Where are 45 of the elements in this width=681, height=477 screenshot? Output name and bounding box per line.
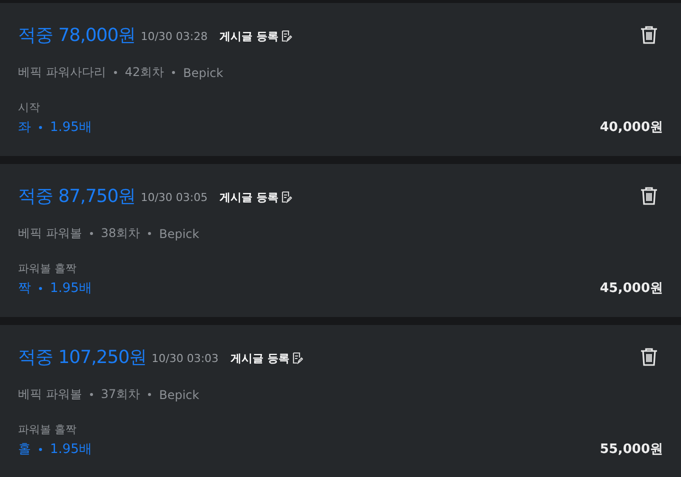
odds-text: 1.95배 xyxy=(50,280,92,297)
separator-dot xyxy=(172,71,176,74)
win-amount: 적중 107,250원 xyxy=(18,346,147,369)
stake-amount: 40,000원 xyxy=(600,119,663,136)
meta-text: 42회차 xyxy=(124,64,164,81)
separator-dot xyxy=(39,126,42,128)
pick-text: 좌 xyxy=(18,119,31,136)
separator-dot xyxy=(39,286,42,290)
pick-text: 짝 xyxy=(18,280,31,297)
odds-text: 1.95배 xyxy=(50,119,92,136)
separator-dot xyxy=(90,393,93,396)
market-label: 파워볼 홀짝 xyxy=(18,261,78,276)
post-button[interactable]: 게시글 등록 xyxy=(230,350,304,366)
odds-text: 1.95배 xyxy=(50,441,92,458)
stake-amount: 45,000원 xyxy=(600,280,663,297)
meta-text: Bepick xyxy=(183,66,224,80)
separator-dot xyxy=(90,232,93,235)
stake-amount: 55,000원 xyxy=(600,441,663,458)
meta-text: 베픽 파워볼 xyxy=(18,225,82,242)
delete-icon[interactable] xyxy=(640,186,658,206)
meta-text: 베픽 파워볼 xyxy=(18,386,82,403)
bet-time: 10/30 03:05 xyxy=(140,191,208,204)
post-button[interactable]: 게시글 등록 xyxy=(220,28,292,44)
memo-edit-icon xyxy=(281,191,292,203)
separator-dot xyxy=(148,232,152,235)
meta-text: 38회차 xyxy=(100,225,140,242)
win-amount: 적중 78,000원 xyxy=(18,24,136,47)
bet-time: 10/30 03:03 xyxy=(152,352,219,365)
separator-dot xyxy=(114,71,117,74)
memo-edit-icon xyxy=(281,30,292,42)
meta-text: 베픽 파워사다리 xyxy=(18,64,106,81)
post-button[interactable]: 게시글 등록 xyxy=(220,190,292,204)
win-amount: 적중 87,750원 xyxy=(18,185,136,208)
memo-edit-icon xyxy=(292,352,304,364)
meta-text: Bepick xyxy=(159,388,200,402)
separator-dot xyxy=(148,393,152,396)
bet-time: 10/30 03:28 xyxy=(140,30,208,43)
meta-text: Bepick xyxy=(159,226,200,240)
market-label: 시작 xyxy=(18,100,41,115)
meta-text: 37회차 xyxy=(100,386,140,403)
delete-icon[interactable] xyxy=(640,25,658,45)
separator-dot xyxy=(39,448,42,450)
delete-icon[interactable] xyxy=(640,347,658,367)
market-label: 파워볼 홀짝 xyxy=(18,422,78,437)
pick-text: 홀 xyxy=(18,441,31,458)
